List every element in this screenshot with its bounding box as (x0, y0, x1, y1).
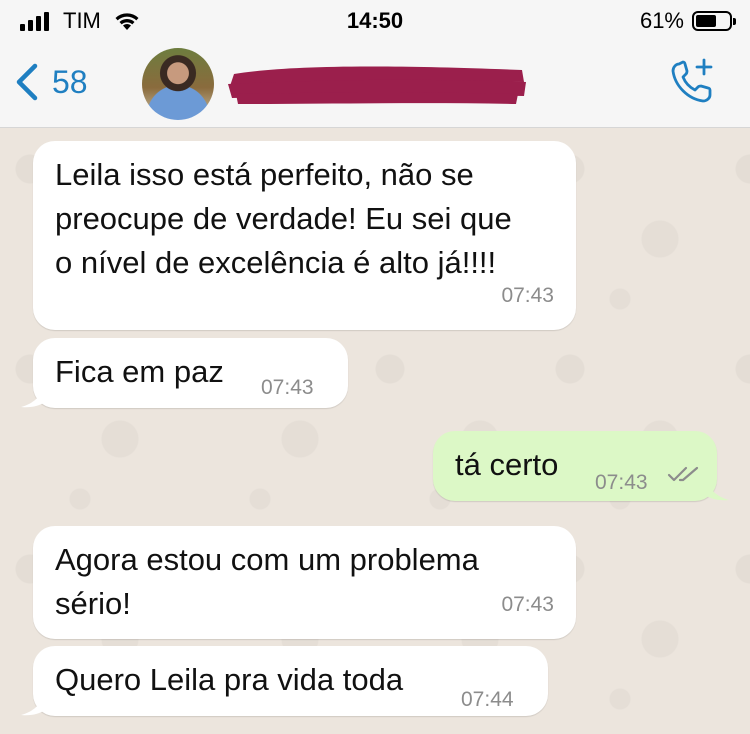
read-receipt-icon (667, 466, 699, 482)
battery-icon (692, 11, 736, 31)
message-text: Fica em paz (55, 350, 224, 394)
message-list[interactable]: Leila isso está perfeito, não se preocup… (0, 129, 750, 734)
chat-header: 58 (0, 40, 750, 128)
message-line: sério! (55, 586, 131, 621)
message-bubble-incoming[interactable]: Agora estou com um problema sério! 07:43 (33, 526, 576, 639)
status-bar: TIM 14:50 61% (0, 0, 750, 40)
message-time: 07:43 (501, 593, 554, 616)
message-line: o nível de excelência é alto já!!!! (55, 245, 497, 280)
message-bubble-incoming[interactable]: Quero Leila pra vida toda 07:44 (21, 646, 548, 716)
status-time: 14:50 (346, 8, 404, 33)
message-time: 07:43 (261, 376, 314, 399)
message-line: preocupe de verdade! Eu sei que (55, 201, 512, 236)
message-time: 07:43 (595, 471, 648, 494)
message-line: Quero Leila pra vida toda (55, 662, 404, 697)
message-line: tá certo (455, 447, 559, 482)
phone-add-icon[interactable] (670, 58, 716, 104)
battery-percent: 61% (639, 8, 684, 33)
chevron-left-icon (16, 63, 38, 101)
bubble-tail (21, 386, 45, 408)
message-time: 07:44 (461, 688, 514, 711)
message-bubble-incoming[interactable]: Fica em paz 07:43 (21, 338, 348, 408)
status-right: 61% (639, 8, 736, 34)
message-bubble-outgoing[interactable]: tá certo 07:43 (433, 431, 729, 501)
contact-avatar[interactable] (142, 48, 214, 120)
bubble-tail (21, 694, 45, 716)
message-text: Agora estou com um problema sério! (55, 538, 479, 626)
battery-level (696, 15, 716, 27)
message-line: Fica em paz (55, 354, 224, 389)
message-time: 07:43 (501, 284, 554, 307)
message-text: Leila isso está perfeito, não se preocup… (55, 153, 512, 285)
message-text: Quero Leila pra vida toda (55, 658, 403, 702)
redacted-contact-name[interactable] (226, 60, 528, 108)
message-line: Leila isso está perfeito, não se (55, 157, 474, 192)
message-line: Agora estou com um problema (55, 542, 479, 577)
unread-count: 58 (52, 63, 88, 100)
message-text: tá certo (455, 443, 558, 487)
message-bubble-incoming[interactable]: Leila isso está perfeito, não se preocup… (33, 141, 576, 330)
bubble-tail (705, 479, 729, 501)
back-button[interactable]: 58 (14, 62, 88, 102)
